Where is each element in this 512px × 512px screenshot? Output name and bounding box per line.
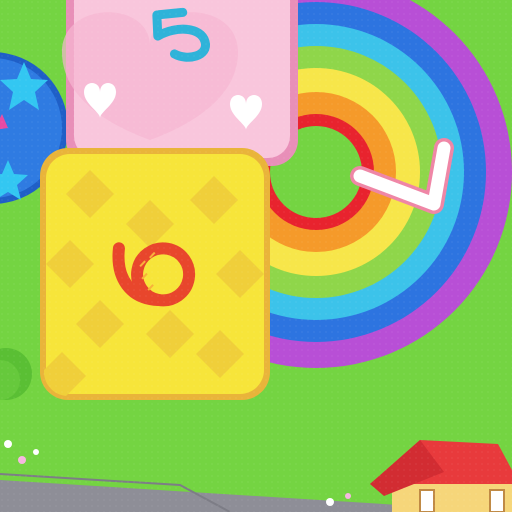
game-board: 7 5: [0, 0, 512, 512]
board-texture: [0, 0, 512, 512]
board-canvas: 7 5: [0, 0, 512, 512]
